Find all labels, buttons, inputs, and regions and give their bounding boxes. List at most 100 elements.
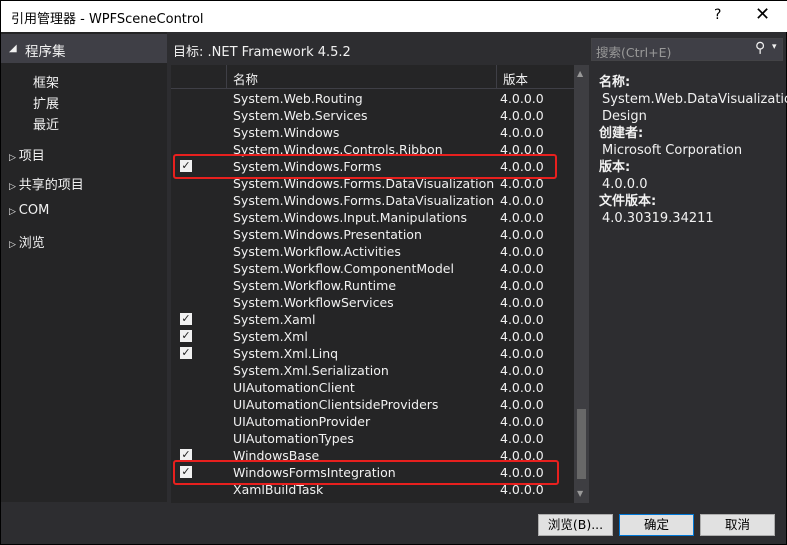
detail-value: 4.0.0.0 [602, 177, 648, 192]
assembly-name: System.Workflow.Activities [233, 244, 401, 259]
column-name[interactable]: 名称 [226, 65, 496, 89]
table-row[interactable]: UIAutomationClientsideProviders 4.0.0.0 [171, 396, 574, 413]
browse-button[interactable]: 浏览(B)... [538, 514, 613, 536]
dropdown-arrow-icon[interactable]: ▾ [772, 42, 777, 52]
target-framework: 目标: .NET Framework 4.5.2 [173, 45, 351, 60]
sidebar-item-framework[interactable]: 框架 [33, 72, 59, 91]
assembly-version: 4.0.0.0 [500, 397, 544, 412]
assembly-name: UIAutomationClient [233, 380, 355, 395]
checkbox-checked[interactable]: ✓ [180, 313, 192, 325]
assembly-name: System.WorkflowServices [233, 295, 394, 310]
assembly-version: 4.0.0.0 [500, 91, 544, 106]
list-header: 名称 版本 [171, 65, 574, 89]
sidebar-header-label: 程序集 [25, 44, 66, 60]
table-row[interactable]: System.Windows.Input.Manipulations 4.0.0.… [171, 209, 574, 226]
detail-value: System.Web.DataVisualization. Design [602, 92, 787, 124]
table-row[interactable]: System.Windows.Presentation 4.0.0.0 [171, 226, 574, 243]
sidebar-group-shared[interactable]: ▷ 共享的项目 [9, 174, 84, 193]
assembly-name: System.Web.Services [233, 108, 368, 123]
detail-label: 创建者: [599, 126, 644, 141]
table-row[interactable]: ✓ System.Xaml 4.0.0.0 [171, 311, 574, 328]
table-row[interactable]: ✓ System.Xml 4.0.0.0 [171, 328, 574, 345]
assembly-name: System.Xaml [233, 312, 316, 327]
assembly-version: 4.0.0.0 [500, 261, 544, 276]
detail-label: 文件版本: [599, 194, 657, 209]
reference-list: 名称 版本 System.Web.Routing 4.0.0.0 System.We… [171, 65, 574, 503]
assembly-version: 4.0.0.0 [500, 125, 544, 140]
table-row[interactable]: System.Windows.Forms.DataVisualization..… [171, 192, 574, 209]
assembly-version: 4.0.0.0 [500, 278, 544, 293]
assembly-version: 4.0.0.0 [500, 210, 544, 225]
table-row[interactable]: UIAutomationClient 4.0.0.0 [171, 379, 574, 396]
expand-triangle-icon: ▷ [9, 207, 19, 217]
table-row[interactable]: System.Workflow.Activities 4.0.0.0 [171, 243, 574, 260]
assembly-version: 4.0.0.0 [500, 193, 544, 208]
table-row[interactable]: System.Xml.Serialization 4.0.0.0 [171, 362, 574, 379]
sidebar-group-projects[interactable]: ▷ 项目 [9, 145, 45, 164]
checkbox-checked[interactable]: ✓ [180, 347, 192, 359]
assembly-name: System.Xml.Linq [233, 346, 339, 361]
assembly-name: UIAutomationProvider [233, 414, 371, 429]
group-label: 浏览 [18, 236, 45, 251]
table-row[interactable]: ✓ System.Xml.Linq 4.0.0.0 [171, 345, 574, 362]
sidebar: ◢ 程序集 框架 扩展 最近 ▷ 项目 ▷ 共享的项目 ▷ COM ▷ 浏览 [1, 32, 167, 502]
assembly-name: System.Xml [233, 329, 308, 344]
assembly-name: System.Xml.Serialization [233, 363, 389, 378]
table-row[interactable]: System.Web.Routing 4.0.0.0 [171, 90, 574, 107]
assembly-name: System.Web.Routing [233, 91, 363, 106]
ok-button[interactable]: 确定 [619, 514, 694, 536]
group-label: COM [18, 203, 50, 218]
detail-label: 名称: [599, 75, 631, 90]
assembly-version: 4.0.0.0 [500, 329, 544, 344]
assembly-name: System.Windows.Input.Manipulations [233, 210, 467, 225]
checkbox-checked[interactable]: ✓ [180, 330, 192, 342]
assembly-version: 4.0.0.0 [500, 346, 544, 361]
group-label: 项目 [18, 149, 45, 164]
assembly-name: System.Workflow.ComponentModel [233, 261, 454, 276]
detail-label: 版本: [599, 160, 631, 175]
search-input[interactable]: 搜索(Ctrl+E) ⚲ ▾ [591, 38, 783, 61]
search-placeholder: 搜索(Ctrl+E) [596, 45, 672, 60]
cancel-button[interactable]: 取消 [700, 514, 775, 536]
close-button[interactable]: ✕ [755, 4, 770, 25]
detail-value: Microsoft Corporation [602, 143, 743, 158]
group-label: 共享的项目 [18, 178, 84, 193]
table-row[interactable]: System.Windows 4.0.0.0 [171, 124, 574, 141]
scroll-up-icon[interactable]: ▲ [577, 69, 583, 78]
details-panel: 名称: System.Web.DataVisualization. Design 创… [599, 74, 787, 227]
assembly-version: 4.0.0.0 [500, 295, 544, 310]
table-row[interactable]: System.WorkflowServices 4.0.0.0 [171, 294, 574, 311]
sidebar-group-browse[interactable]: ▷ 浏览 [9, 232, 45, 251]
table-row[interactable]: UIAutomationProvider 4.0.0.0 [171, 413, 574, 430]
assembly-name: System.Windows [233, 125, 340, 140]
highlight-box [173, 154, 557, 179]
scroll-down-icon[interactable]: ▼ [577, 489, 583, 498]
assembly-name: UIAutomationClientsideProviders [233, 397, 439, 412]
assembly-name: System.Windows.Presentation [233, 227, 422, 242]
window-title: 引用管理器 - WPFSceneControl [11, 12, 204, 27]
detail-value: 4.0.30319.34211 [602, 211, 714, 226]
sidebar-group-com[interactable]: ▷ COM [9, 203, 49, 218]
table-row[interactable]: System.Web.Services 4.0.0.0 [171, 107, 574, 124]
assembly-version: 4.0.0.0 [500, 414, 544, 429]
expand-triangle-icon: ▷ [9, 153, 19, 163]
table-row[interactable]: UIAutomationTypes 4.0.0.0 [171, 430, 574, 447]
sidebar-item-recent[interactable]: 最近 [33, 114, 59, 133]
column-version[interactable]: 版本 [496, 65, 566, 89]
scroll-thumb[interactable] [577, 409, 586, 479]
search-icon[interactable]: ⚲ [755, 40, 765, 56]
list-scrollbar[interactable]: ▲ ▼ [574, 65, 589, 503]
assembly-version: 4.0.0.0 [500, 431, 544, 446]
help-button[interactable]: ? [714, 7, 721, 23]
assembly-version: 4.0.0.0 [500, 380, 544, 395]
collapse-triangle-icon: ◢ [9, 43, 17, 54]
table-row[interactable]: System.Workflow.Runtime 4.0.0.0 [171, 277, 574, 294]
sidebar-assemblies[interactable]: ◢ 程序集 [1, 34, 167, 63]
expand-triangle-icon: ▷ [9, 240, 19, 250]
highlight-box [173, 460, 559, 485]
assembly-version: 4.0.0.0 [500, 312, 544, 327]
sidebar-item-extensions[interactable]: 扩展 [33, 93, 59, 112]
table-row[interactable]: System.Workflow.ComponentModel 4.0.0.0 [171, 260, 574, 277]
expand-triangle-icon: ▷ [9, 182, 19, 192]
assembly-version: 4.0.0.0 [500, 244, 544, 259]
